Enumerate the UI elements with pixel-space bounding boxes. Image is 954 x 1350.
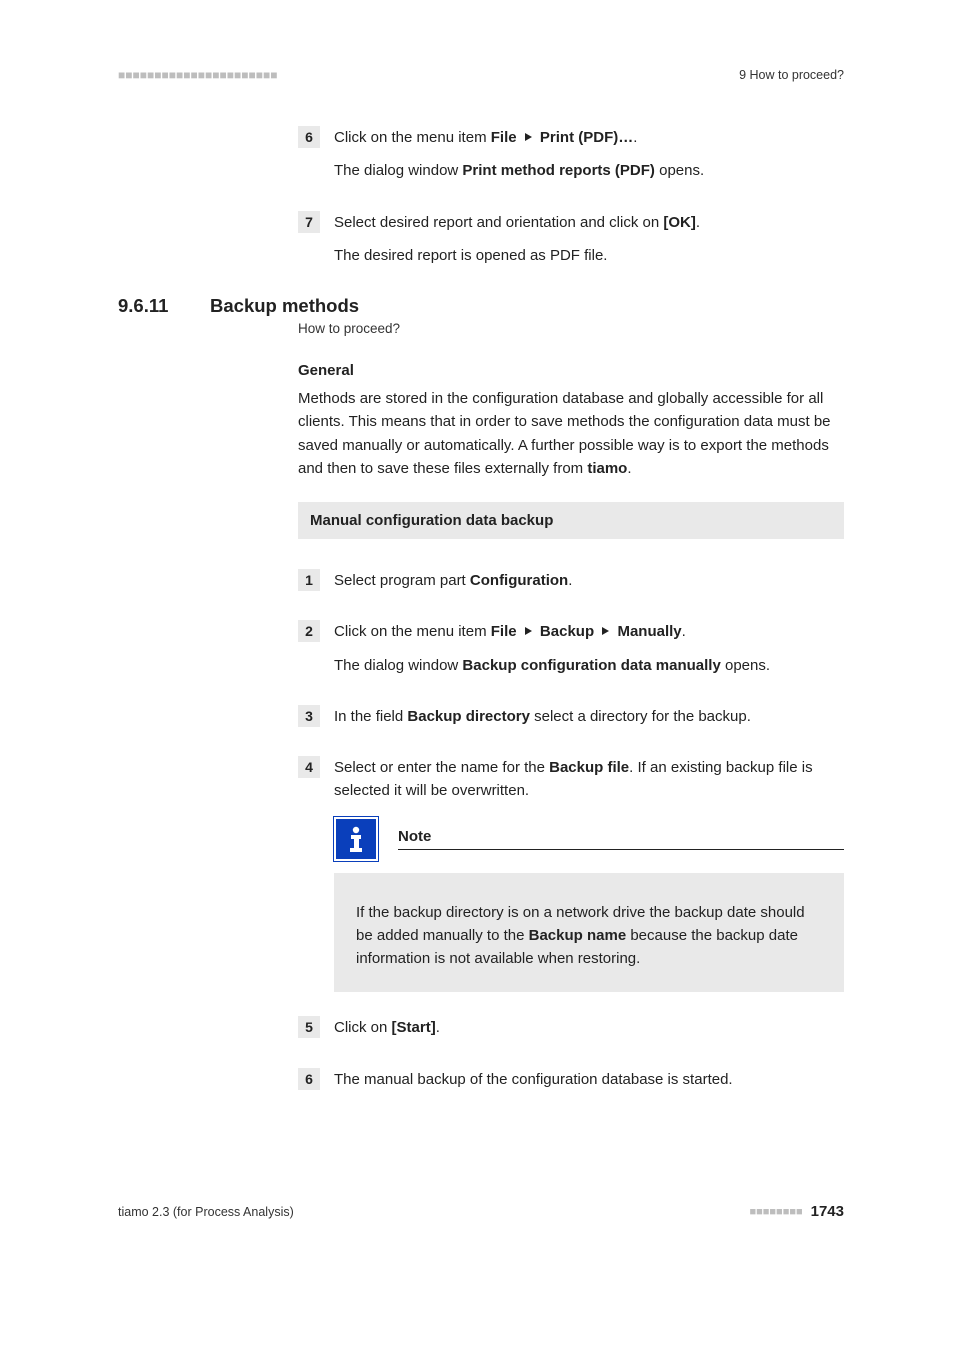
step-subtext: The desired report is opened as PDF file…: [334, 244, 844, 267]
step-number: 7: [298, 211, 320, 233]
step-7-prev: 7 Select desired report and orientation …: [298, 211, 844, 234]
info-icon: [334, 817, 378, 861]
step-text: In the field Backup directory select a d…: [334, 705, 751, 728]
footer-product: tiamo 2.3 (for Process Analysis): [118, 1205, 294, 1219]
procedure-band: Manual configuration data backup: [298, 502, 844, 539]
step-subtext: The dialog window Print method reports (…: [334, 159, 844, 182]
step-6: 6 The manual backup of the configuration…: [298, 1068, 844, 1091]
step-number: 2: [298, 620, 320, 642]
step-5: 5 Click on [Start].: [298, 1016, 844, 1039]
triangle-icon: [602, 627, 609, 635]
step-number: 1: [298, 569, 320, 591]
step-number: 4: [298, 756, 320, 778]
step-number: 6: [298, 126, 320, 148]
triangle-icon: [525, 133, 532, 141]
triangle-icon: [525, 627, 532, 635]
page-footer: tiamo 2.3 (for Process Analysis) ■■■■■■■…: [118, 1203, 844, 1220]
step-text: Select or enter the name for the Backup …: [334, 756, 844, 803]
step-text: Click on the menu item File Print (PDF)……: [334, 126, 637, 149]
page-header: ■■■■■■■■■■■■■■■■■■■■■■ 9 How to proceed?: [118, 68, 844, 82]
footer-page: ■■■■■■■■ 1743: [749, 1203, 844, 1220]
step-text: Click on the menu item File Backup Manua…: [334, 620, 686, 643]
step-text: Select program part Configuration.: [334, 569, 572, 592]
step-text: The manual backup of the configuration d…: [334, 1068, 733, 1091]
step-number: 6: [298, 1068, 320, 1090]
section-title: Backup methods: [210, 295, 359, 317]
step-6-prev: 6 Click on the menu item File Print (PDF…: [298, 126, 844, 149]
step-4: 4 Select or enter the name for the Backu…: [298, 756, 844, 803]
step-text: Click on [Start].: [334, 1016, 440, 1039]
header-dots-left: ■■■■■■■■■■■■■■■■■■■■■■: [118, 68, 277, 82]
step-2: 2 Click on the menu item File Backup Man…: [298, 620, 844, 643]
footer-dots-icon: ■■■■■■■■: [749, 1206, 802, 1218]
note-block: Note If the backup directory is on a net…: [334, 817, 844, 993]
section-number: 9.6.11: [118, 295, 210, 317]
step-3: 3 In the field Backup directory select a…: [298, 705, 844, 728]
general-heading: General: [298, 362, 844, 379]
breadcrumb: How to proceed?: [298, 321, 844, 336]
note-body: If the backup directory is on a network …: [334, 873, 844, 993]
step-1: 1 Select program part Configuration.: [298, 569, 844, 592]
step-text: Select desired report and orientation an…: [334, 211, 700, 234]
step-subtext: The dialog window Backup configuration d…: [334, 654, 844, 677]
page-number: 1743: [811, 1203, 844, 1220]
note-title: Note: [398, 828, 844, 850]
section-heading: 9.6.11 Backup methods: [118, 295, 844, 317]
step-number: 5: [298, 1016, 320, 1038]
header-chapter: 9 How to proceed?: [739, 68, 844, 82]
general-paragraph: Methods are stored in the configuration …: [298, 387, 844, 480]
step-number: 3: [298, 705, 320, 727]
